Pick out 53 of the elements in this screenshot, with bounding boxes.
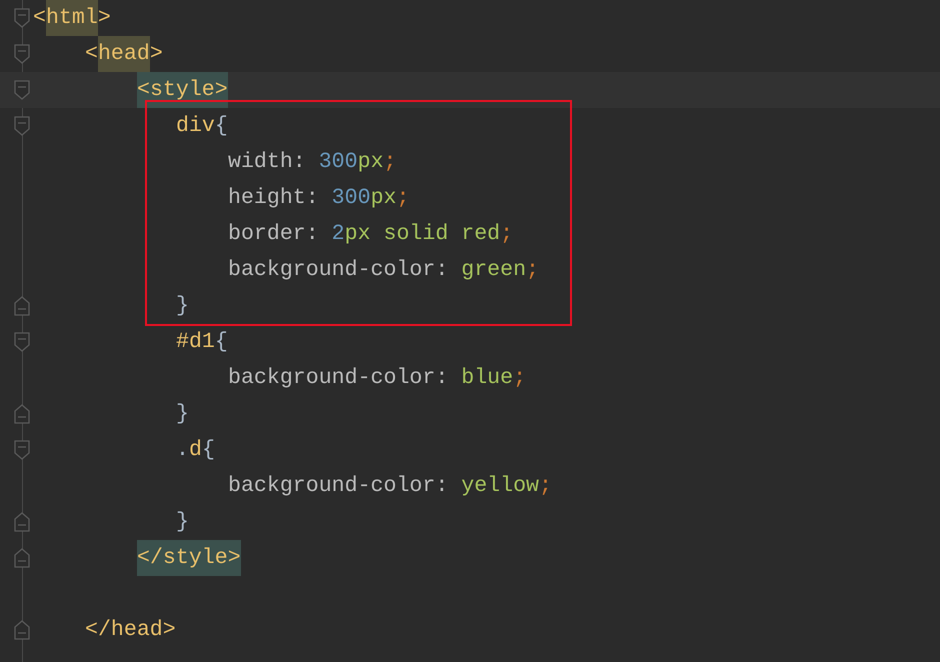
markup-text: #d1	[176, 329, 215, 356]
fold-marker-icon[interactable]	[14, 512, 30, 532]
markup-text: </style>	[137, 540, 241, 576]
markup-text: div	[176, 113, 215, 140]
brace: {	[214, 329, 228, 356]
brace: }	[176, 509, 189, 536]
markup-text: <	[33, 5, 46, 32]
semicolon: ;	[513, 365, 526, 392]
property-name: width:	[228, 149, 306, 176]
markup-text: >	[150, 41, 163, 68]
fold-marker-icon[interactable]	[14, 548, 30, 568]
brace: }	[176, 401, 189, 428]
markup-text: <style>	[137, 72, 228, 108]
css-value: px solid red	[344, 221, 500, 248]
markup-text: </	[85, 617, 111, 644]
css-value: px	[370, 185, 396, 212]
semicolon: ;	[396, 185, 410, 212]
brace: {	[202, 437, 215, 464]
css-value: green	[461, 257, 526, 284]
property-name: border:	[228, 221, 319, 248]
number-value: 300	[332, 185, 371, 212]
fold-marker-icon[interactable]	[14, 440, 30, 460]
number-value: 300	[318, 149, 358, 176]
fold-marker-icon[interactable]	[14, 296, 30, 316]
property-name: height:	[228, 185, 319, 212]
brace: .	[176, 437, 189, 464]
markup-text: head	[110, 617, 163, 644]
markup-text: >	[162, 617, 176, 644]
property-name: background-color:	[228, 473, 448, 500]
semicolon: ;	[539, 473, 552, 500]
fold-marker-icon[interactable]	[14, 80, 30, 100]
css-value: yellow	[461, 473, 540, 500]
fold-marker-icon[interactable]	[14, 620, 30, 640]
markup-text: d	[188, 437, 202, 464]
markup-text: html	[46, 0, 98, 36]
number-value: 2	[332, 221, 345, 248]
fold-marker-icon[interactable]	[14, 116, 30, 136]
semicolon: ;	[500, 221, 514, 248]
semicolon: ;	[384, 149, 396, 176]
property-name: background-color:	[228, 257, 448, 284]
fold-marker-icon[interactable]	[14, 332, 30, 352]
fold-marker-icon[interactable]	[14, 44, 30, 64]
markup-text: <	[85, 41, 98, 68]
property-name: background-color:	[228, 365, 448, 392]
markup-text: >	[98, 5, 111, 32]
fold-marker-icon[interactable]	[14, 8, 30, 28]
brace: {	[214, 113, 228, 140]
markup-text: head	[98, 36, 150, 72]
fold-marker-icon[interactable]	[14, 404, 30, 424]
css-value: blue	[461, 365, 514, 392]
brace: }	[176, 293, 189, 320]
css-value: px	[358, 149, 384, 176]
semicolon: ;	[526, 257, 540, 284]
